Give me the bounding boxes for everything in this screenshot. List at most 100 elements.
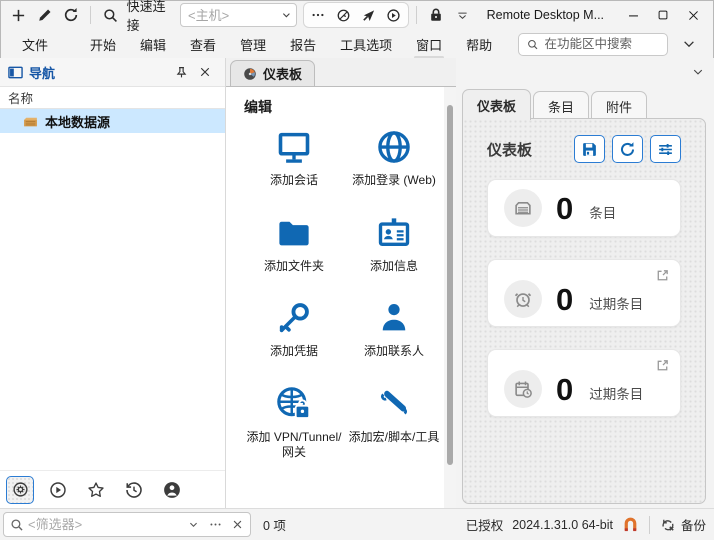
tree-item-label: 本地数据源 (45, 112, 110, 131)
tab-label: 仪表板 (263, 64, 302, 83)
save-dashboard-button[interactable] (574, 135, 605, 163)
history-button[interactable] (120, 476, 148, 504)
ping-icon (336, 8, 351, 23)
edit-section-title: 编辑 (244, 97, 438, 117)
window-controls (618, 2, 708, 28)
filter-box[interactable] (3, 512, 251, 537)
add-session-button[interactable]: 添加会话 (244, 127, 344, 189)
tab-attachments[interactable]: 附件 (591, 91, 647, 120)
filter-dropdown-button[interactable] (184, 515, 202, 535)
menu-administration[interactable]: 管理 (228, 31, 278, 58)
chevron-down-icon (682, 37, 696, 51)
refresh-dashboard-button[interactable] (612, 135, 643, 163)
lock-button[interactable] (424, 3, 448, 27)
titlebar-overflow-button[interactable] (450, 3, 474, 27)
menu-tools[interactable]: 工具选项 (328, 31, 404, 58)
tab-dashboard-document[interactable]: 仪表板 (230, 60, 315, 86)
host-combobox[interactable] (180, 3, 297, 27)
separator (416, 6, 417, 24)
close-button[interactable] (678, 2, 708, 28)
menu-window[interactable]: 窗口 (404, 31, 454, 58)
expired-entries-card[interactable]: 0 过期条目 (487, 259, 681, 327)
run-button[interactable] (381, 3, 406, 27)
chevron-down-icon[interactable] (281, 9, 292, 21)
minimize-button[interactable] (618, 2, 648, 28)
action-label: 添加凭据 (270, 344, 318, 360)
monitor-icon (276, 129, 312, 165)
open-external-icon[interactable] (655, 358, 670, 373)
center-scrollbar[interactable] (444, 87, 456, 508)
tab-entries[interactable]: 条目 (533, 91, 589, 120)
menu-view[interactable]: 查看 (178, 31, 228, 58)
add-button[interactable] (6, 3, 30, 27)
add-information-button[interactable]: 添加信息 (344, 213, 444, 275)
favorites-button[interactable] (82, 476, 110, 504)
play-list-button[interactable] (44, 476, 72, 504)
filter-clear-button[interactable] (228, 515, 246, 535)
open-external-icon[interactable] (655, 268, 670, 283)
id-card-icon (376, 215, 412, 251)
panel-collapse-button[interactable] (692, 66, 704, 78)
ribbon-collapse-button[interactable] (674, 33, 704, 55)
filter-more-button[interactable] (206, 515, 224, 535)
edit-pencil-icon (37, 8, 52, 23)
search-icon (103, 8, 118, 23)
close-icon (199, 66, 211, 78)
maximize-button[interactable] (648, 2, 678, 28)
star-icon (87, 481, 105, 499)
ping-button[interactable] (331, 3, 356, 27)
connect-pointer-button[interactable] (356, 3, 381, 27)
chevron-down-icon (188, 519, 199, 530)
filter-input[interactable] (28, 517, 180, 532)
add-vpn-button[interactable]: 添加 VPN/Tunnel/网关 (244, 384, 344, 461)
quick-connect-actions (303, 2, 409, 28)
add-web-login-button[interactable]: 添加登录 (Web) (344, 127, 444, 189)
refresh-icon (63, 7, 79, 23)
pin-panel-button[interactable] (169, 61, 193, 83)
add-credential-button[interactable]: 添加凭据 (244, 298, 344, 360)
action-label: 添加联系人 (364, 344, 424, 360)
data-source-icon (22, 113, 39, 130)
menu-home[interactable]: 开始 (78, 31, 128, 58)
navigation-header: 导航 (0, 58, 225, 86)
dashboard-view-button[interactable] (6, 476, 34, 504)
menu-file[interactable]: 文件 (10, 31, 60, 58)
expiring-label: 过期条目 (589, 383, 643, 403)
expiring-entries-card[interactable]: 0 过期条目 (487, 349, 681, 417)
host-input[interactable] (188, 8, 281, 23)
edit-button[interactable] (32, 3, 56, 27)
play-icon (386, 8, 401, 23)
scrollbar-thumb[interactable] (447, 105, 453, 465)
entries-drawer-icon (504, 189, 542, 227)
script-scroll-icon (376, 386, 412, 422)
search-icon (527, 38, 538, 51)
name-column-header[interactable]: 名称 (0, 86, 225, 109)
add-macro-script-tool-button[interactable]: 添加宏/脚本/工具 (344, 384, 444, 461)
action-label: 添加文件夹 (264, 259, 324, 275)
dashboard-tabs: 仪表板 条目 附件 (462, 89, 647, 120)
close-panel-button[interactable] (193, 61, 217, 83)
ribbon-search-box[interactable] (518, 33, 668, 56)
backup-status[interactable]: 备份 (660, 515, 706, 534)
menu-edit[interactable]: 编辑 (128, 31, 178, 58)
entries-card[interactable]: 0 条目 (487, 179, 681, 237)
navigation-panel: 导航 名称 本地数据源 (0, 58, 226, 508)
navigation-bottom-toolbar (0, 470, 225, 508)
ribbon-search-input[interactable] (544, 37, 659, 51)
quick-connect-search-button[interactable] (98, 3, 122, 27)
add-folder-button[interactable]: 添加文件夹 (244, 213, 344, 275)
tab-dashboard[interactable]: 仪表板 (462, 89, 531, 120)
magnet-icon[interactable] (622, 516, 639, 533)
refresh-button[interactable] (59, 3, 83, 27)
more-options-button[interactable] (306, 3, 331, 27)
add-contact-button[interactable]: 添加联系人 (344, 298, 444, 360)
user-vault-button[interactable] (158, 476, 186, 504)
vpn-globe-lock-icon (276, 386, 312, 422)
entries-count: 0 (556, 193, 573, 224)
menu-report[interactable]: 报告 (278, 31, 328, 58)
menu-help[interactable]: 帮助 (454, 31, 504, 58)
minimize-icon (627, 9, 640, 22)
dashboard-settings-button[interactable] (650, 135, 681, 163)
tree-item-local-data-source[interactable]: 本地数据源 (0, 109, 225, 133)
more-icon (209, 518, 222, 531)
